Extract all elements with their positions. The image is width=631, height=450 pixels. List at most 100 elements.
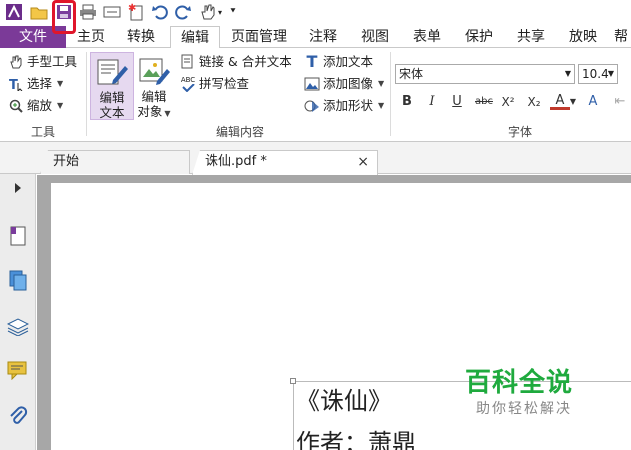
add-image-label: 添加图像 <box>323 76 374 91</box>
open-folder-icon[interactable] <box>29 2 49 22</box>
tab-document-label: 诛仙.pdf * <box>205 154 267 169</box>
edit-object-icon <box>139 58 170 85</box>
tab-page-management[interactable]: 页面管理 <box>224 26 294 48</box>
edit-text-button[interactable]: 编辑 文本 <box>90 52 134 120</box>
edit-object-button[interactable]: 编辑 对象 ▼ <box>132 52 176 120</box>
underline-button[interactable]: U <box>447 92 467 112</box>
group-divider <box>390 52 391 136</box>
add-image-icon <box>304 76 320 92</box>
add-text-label: 添加文本 <box>323 54 374 69</box>
edit-text-label-line1: 编辑 <box>99 90 125 105</box>
hand-dropdown-icon[interactable]: ▾ <box>215 2 225 22</box>
spellcheck-label: 拼写检查 <box>199 76 250 91</box>
select-button[interactable]: T 选择 ▼ <box>8 74 63 94</box>
add-text-button[interactable]: T 添加文本 <box>304 52 373 72</box>
tab-start[interactable]: 开始 <box>40 150 190 174</box>
customize-dropdown-icon[interactable]: ⯆ <box>227 2 239 22</box>
chevron-down-icon: ▼ <box>57 79 64 88</box>
font-name-value: 宋体 <box>399 67 424 81</box>
watermark-subtitle: 助你轻松解决 <box>476 401 572 417</box>
print-icon[interactable] <box>78 2 98 22</box>
document-author-text[interactable]: 作者：萧鼎 <box>296 423 416 450</box>
attachment-icon[interactable] <box>6 404 30 428</box>
chevron-down-icon: ▼ <box>378 79 385 88</box>
page-thumbnail-icon[interactable] <box>6 224 30 248</box>
expand-arrow-icon[interactable] <box>6 176 30 200</box>
chevron-down-icon[interactable]: ▼ <box>568 92 578 112</box>
edit-text-label-line2: 文本 <box>99 105 125 120</box>
text-direction-icon[interactable]: ⇤ <box>610 92 630 112</box>
chevron-down-icon: ▼ <box>564 69 571 78</box>
zoom-label: 缩放 <box>27 98 53 113</box>
svg-text:T: T <box>9 78 18 91</box>
bold-button[interactable]: B <box>397 92 417 112</box>
strikethrough-button[interactable]: abc <box>472 92 496 112</box>
hand-tool-label: 手型工具 <box>27 54 78 69</box>
redo-icon[interactable] <box>173 2 193 22</box>
tab-protect[interactable]: 保护 <box>458 26 500 48</box>
save-highlight-box <box>52 0 76 34</box>
add-shape-label: 添加形状 <box>323 98 374 113</box>
add-image-button[interactable]: 添加图像 ▼ <box>304 74 384 94</box>
tab-convert[interactable]: 转换 <box>120 26 162 48</box>
edit-object-label-line1: 编辑 <box>141 89 167 104</box>
tab-share[interactable]: 共享 <box>510 26 552 48</box>
tab-form[interactable]: 表单 <box>406 26 448 48</box>
tab-edit[interactable]: 编辑 <box>170 26 220 49</box>
document-tab-bar: 开始 诛仙.pdf * × <box>0 142 631 175</box>
add-shape-icon <box>304 98 320 114</box>
group-divider <box>86 52 87 136</box>
font-size-value: 10.4 <box>582 67 609 81</box>
new-file-star-icon[interactable]: ✱ <box>126 2 146 22</box>
quick-access-toolbar: ✱ ▾ ⯆ <box>0 0 631 34</box>
spellcheck-icon: ABC <box>180 76 196 92</box>
link-merge-label: 链接 & 合并文本 <box>199 54 292 69</box>
hand-icon <box>8 54 24 70</box>
zoom-button[interactable]: 缩放 ▼ <box>8 96 63 116</box>
zoom-icon <box>8 98 24 114</box>
ribbon-tabs: 文件 主页 转换 编辑 页面管理 注释 视图 表单 保护 共享 放映 帮 <box>0 26 631 49</box>
add-text-icon: T <box>306 52 318 71</box>
italic-button[interactable]: I <box>422 92 442 112</box>
font-highlight-button[interactable]: A <box>583 92 603 112</box>
tab-start-label: 开始 <box>53 154 80 169</box>
hand-tool-button[interactable]: 手型工具 <box>8 52 77 72</box>
document-title-text[interactable]: 《诛仙》 <box>296 381 392 416</box>
tab-view[interactable]: 视图 <box>354 26 396 48</box>
tab-home[interactable]: 主页 <box>70 26 112 48</box>
pages-icon[interactable] <box>6 268 30 292</box>
close-icon[interactable]: × <box>357 151 369 173</box>
chevron-down-icon: ▼ <box>57 101 64 110</box>
svg-text:✱: ✱ <box>128 3 136 14</box>
edit-content-group-label: 编辑内容 <box>215 125 264 139</box>
edit-object-label-line2: 对象 ▼ <box>137 104 171 119</box>
ribbon-panel: 手型工具 T 选择 ▼ 缩放 ▼ 工具 编辑 文本 编辑 对象 ▼ 链接 & 合并… <box>0 48 631 142</box>
font-color-button[interactable]: A <box>550 92 570 110</box>
watermark-title: 百科全说 <box>465 368 574 398</box>
select-label: 选择 <box>27 76 53 91</box>
chevron-down-icon: ▼ <box>164 109 171 118</box>
tab-document[interactable]: 诛仙.pdf * × <box>192 150 378 175</box>
edit-text-icon <box>97 59 128 85</box>
chevron-down-icon: ▼ <box>378 101 385 110</box>
font-group-label: 字体 <box>507 125 532 139</box>
left-navigation-panel <box>0 174 36 450</box>
undo-icon[interactable] <box>150 2 170 22</box>
comments-icon[interactable] <box>6 358 30 382</box>
spellcheck-button[interactable]: ABC 拼写检查 <box>180 74 249 94</box>
screen-icon[interactable] <box>102 2 122 22</box>
link-merge-text-button[interactable]: 链接 & 合并文本 <box>180 52 292 72</box>
font-name-select[interactable]: 宋体 ▼ <box>395 64 575 84</box>
app-logo-icon <box>4 2 24 22</box>
tab-present[interactable]: 放映 <box>562 26 604 48</box>
tools-group-label: 工具 <box>30 125 55 139</box>
add-shape-button[interactable]: 添加形状 ▼ <box>304 96 384 116</box>
text-select-icon: T <box>8 76 24 92</box>
subscript-button[interactable]: X₂ <box>524 92 544 112</box>
tab-help[interactable]: 帮 <box>614 26 631 48</box>
superscript-button[interactable]: X² <box>498 92 518 112</box>
tab-comment[interactable]: 注释 <box>302 26 344 48</box>
link-text-icon <box>180 54 196 70</box>
layers-icon[interactable] <box>6 314 30 338</box>
font-size-select[interactable]: 10.4 ▼ <box>578 64 618 84</box>
